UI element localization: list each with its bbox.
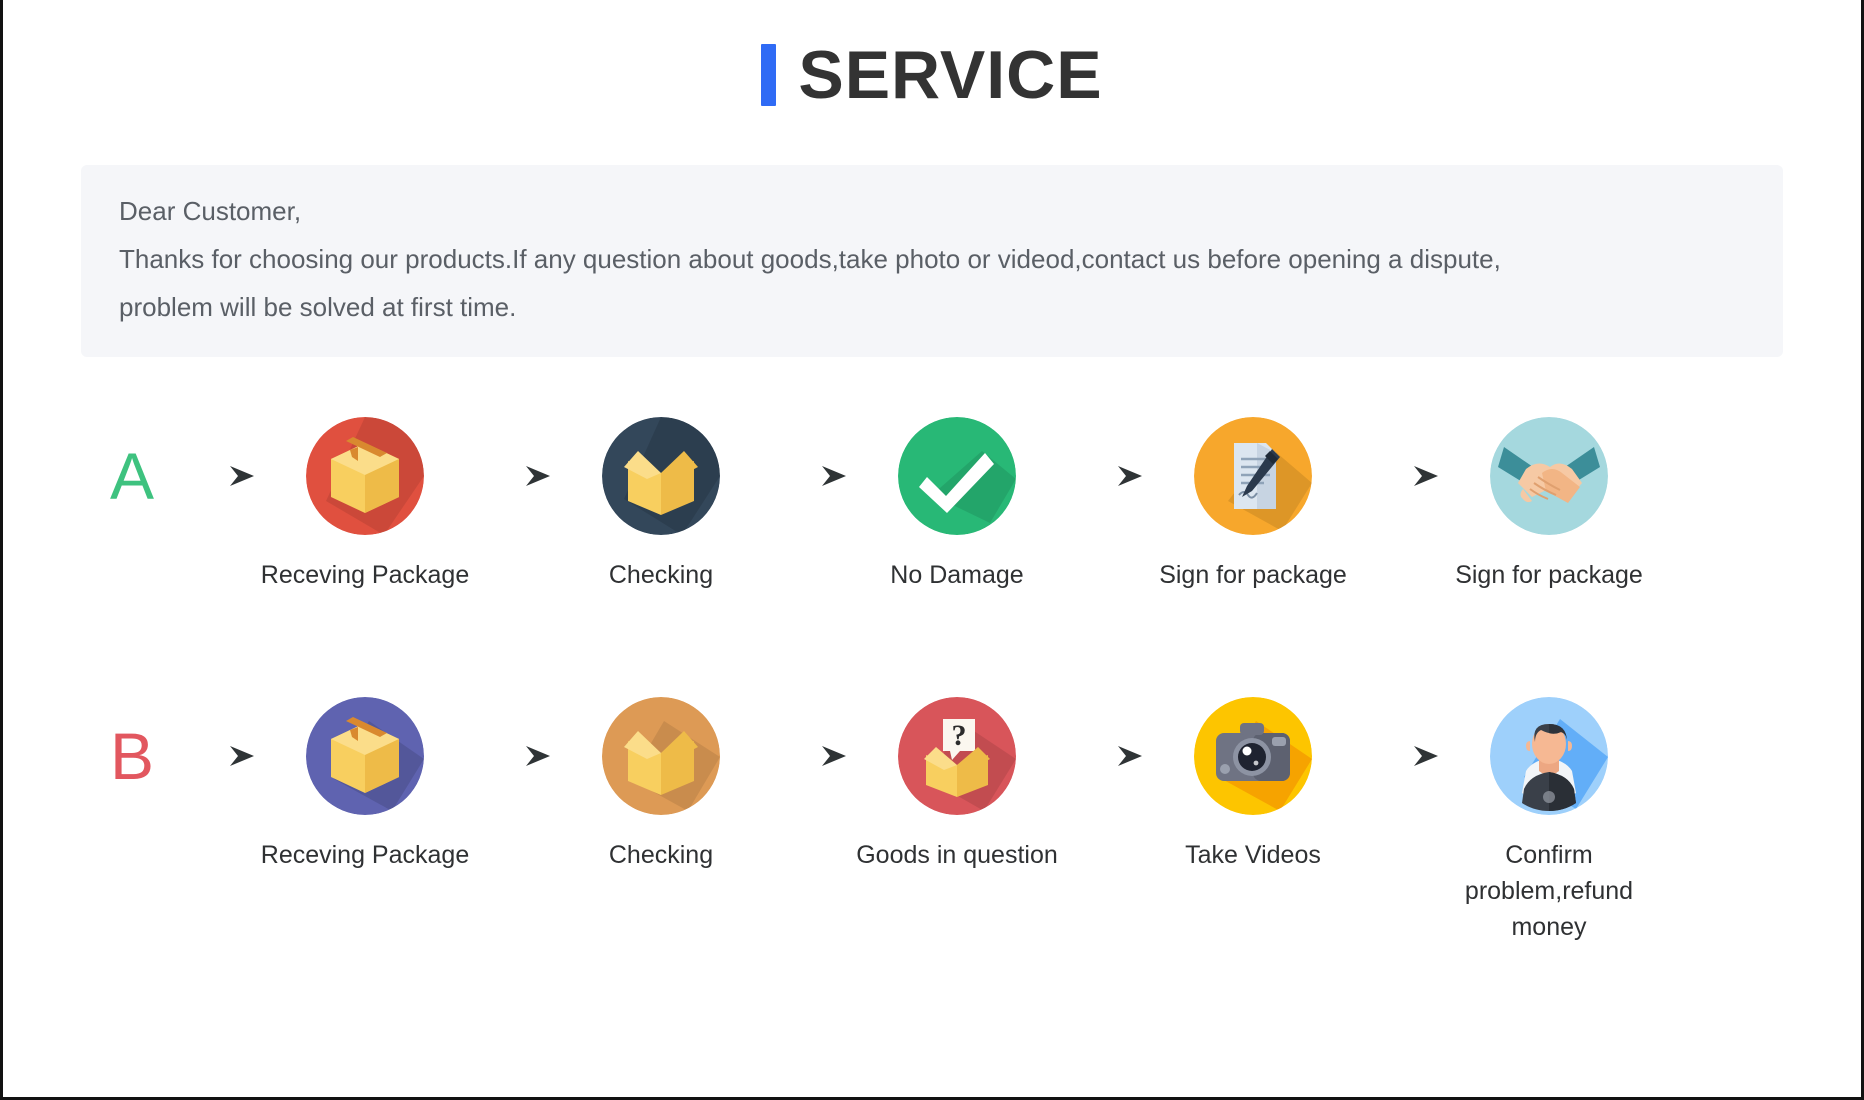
flow-step-label: Sign for package [1455,561,1643,589]
flow-step: Sign for package [1449,401,1649,593]
flow-step-label: Checking [608,841,714,869]
notice-line-2: Thanks for choosing our products.If any … [119,244,1501,274]
flow-label-a: A [109,439,155,513]
flow-step-label: Receving Package [260,841,470,869]
flow-step-label: Goods in question [856,841,1058,869]
arrow-right-icon [761,401,857,551]
arrow-right-icon [169,401,265,551]
flow-step-label: Receving Package [260,561,470,589]
arrow-right-icon [1057,401,1153,551]
service-page: SERVICE Dear Customer, Thanks for choosi… [0,0,1864,1100]
flow-row-a: A Receving Package Checking No Damage Si… [95,401,1783,593]
customer-notice: Dear Customer, Thanks for choosing our p… [81,165,1783,357]
svg-text:?: ? [952,719,967,752]
flow-step: Sign for package [1153,401,1353,593]
flow-step: Confirm problem,refund money [1449,681,1649,945]
arrow-right-icon [1353,401,1449,551]
notice-line-1: Dear Customer, [119,196,302,226]
title-accent-bar [761,44,777,106]
flow-step: No Damage [857,401,1057,593]
arrow-right-icon [465,681,561,831]
flow-label-b: B [109,719,155,793]
flow-step: Take Videos [1153,681,1353,873]
flow-row-b: B Receving Package Checking ? Goods in q… [95,681,1783,945]
arrow-right-icon [1353,681,1449,831]
sealed-box-icon [306,697,424,815]
arrow-right-icon [465,401,561,551]
flow-step: Receving Package [261,681,469,873]
page-title: SERVICE [3,0,1861,150]
sealed-box-icon [306,417,424,535]
arrow-right-icon [1057,681,1153,831]
flow-step: Receving Package [261,401,469,593]
arrow-right-icon [169,681,265,831]
document-pen-icon [1194,417,1312,535]
flow-step-label: No Damage [890,561,1024,589]
flow-step: Checking [561,401,761,593]
flow-step-label: Take Videos [1185,841,1321,869]
flow-step-label: Sign for package [1159,561,1347,589]
open-box-icon [602,697,720,815]
flow-step: ? Goods in question [856,681,1058,873]
flow-step-label: Checking [608,561,714,589]
question-box-icon: ? [898,697,1016,815]
support-agent-icon [1490,697,1608,815]
notice-line-3: problem will be solved at first time. [119,292,517,322]
flow-step-label: Confirm problem,refund money [1464,841,1634,941]
flow-container: A Receving Package Checking No Damage Si… [3,401,1861,945]
handshake-icon [1490,417,1608,535]
open-box-icon [602,417,720,535]
page-title-text: SERVICE [798,37,1103,113]
checkmark-icon [898,417,1016,535]
camera-icon [1194,697,1312,815]
arrow-right-icon [761,681,857,831]
flow-step: Checking [561,681,761,873]
